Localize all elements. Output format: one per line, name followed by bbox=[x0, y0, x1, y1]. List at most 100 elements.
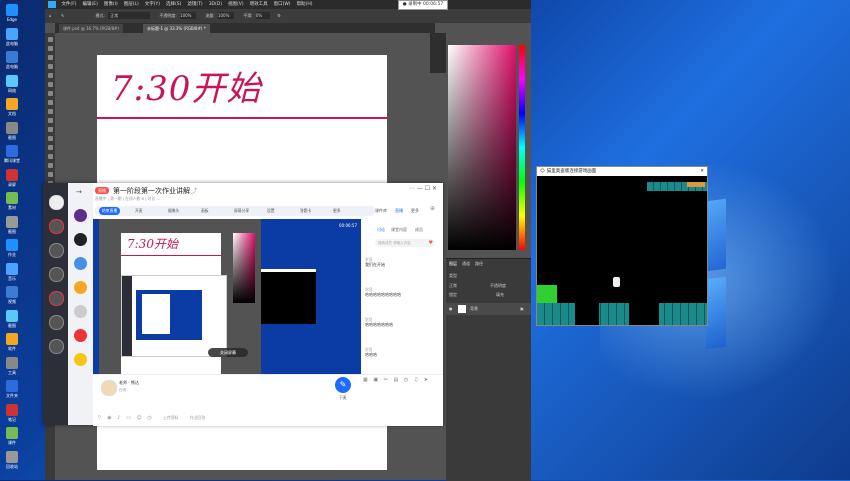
course-avatar[interactable] bbox=[74, 353, 87, 366]
share-icon[interactable]: ⤴ bbox=[191, 186, 197, 195]
chat-tab-content[interactable]: 课堂内容 bbox=[391, 227, 407, 233]
ps-tool-icon[interactable] bbox=[47, 154, 53, 159]
image-icon[interactable]: ▣ bbox=[373, 377, 378, 383]
back-arrow-icon[interactable]: → bbox=[76, 188, 82, 196]
bell-icon[interactable]: ♫ bbox=[414, 377, 418, 383]
desktop-icon[interactable]: 截图 bbox=[0, 309, 24, 328]
ps-logo-icon[interactable] bbox=[48, 1, 56, 8]
close-share-button[interactable]: 关闭屏幕 bbox=[208, 348, 248, 357]
ps-tool-icon[interactable] bbox=[47, 145, 53, 150]
tab-paths[interactable]: 路径 bbox=[475, 261, 483, 267]
desktop-icon[interactable]: 工具 bbox=[0, 356, 24, 375]
picture-icon[interactable]: ▤ bbox=[393, 377, 398, 383]
tab-layers[interactable]: 图层 bbox=[449, 261, 457, 267]
ps-menu-item[interactable]: 滤镜(T) bbox=[187, 2, 202, 7]
mode-select[interactable]: 正常 bbox=[108, 12, 151, 19]
ps-tool-icon[interactable] bbox=[47, 82, 53, 87]
smile-icon[interactable]: ☺ bbox=[136, 415, 141, 421]
ps-tool-icon[interactable] bbox=[47, 64, 53, 69]
camera-icon[interactable]: ◉ bbox=[107, 415, 111, 421]
smooth-value[interactable]: 0% bbox=[255, 12, 270, 19]
ps-menu-item[interactable]: 文件(F) bbox=[61, 2, 76, 7]
sidebar-app-icon[interactable] bbox=[49, 195, 64, 210]
game-window[interactable]: ☺ 猫里奥盗版连接游戏画面 ✕ bbox=[536, 166, 708, 326]
chat-search[interactable]: 搜索成员 请输入内容 ♥ bbox=[375, 239, 435, 247]
ps-menu-item[interactable]: 3D(D) bbox=[209, 2, 222, 7]
ps-menu-item[interactable]: 增效工具 bbox=[250, 2, 268, 7]
opacity-value[interactable]: 100% bbox=[180, 12, 197, 19]
ps-tool-icon[interactable] bbox=[47, 118, 53, 123]
ps-tool-icon[interactable] bbox=[47, 127, 53, 132]
toolbar-item[interactable]: 设置 bbox=[264, 207, 278, 215]
heart-icon[interactable]: ♥ bbox=[429, 239, 433, 247]
ps-tool-icon[interactable] bbox=[47, 37, 53, 42]
toolbar-item[interactable]: 开麦 bbox=[132, 207, 146, 215]
mic-icon[interactable]: ♪ bbox=[117, 415, 120, 421]
layer-kind-filter[interactable]: 类型 bbox=[449, 273, 457, 279]
brush-icon[interactable]: ✎ bbox=[61, 13, 64, 18]
tab-document-2[interactable]: 未标题-1 @ 33.3% (RGB/8#) * bbox=[143, 24, 210, 33]
desktop-icon[interactable]: Edge bbox=[0, 4, 24, 22]
desktop-icon[interactable]: 素材 bbox=[0, 192, 24, 210]
desktop-icon[interactable]: 回收站 bbox=[0, 450, 24, 469]
sidebar-app-icon[interactable] bbox=[49, 291, 64, 306]
toolbar-item[interactable]: 更多 bbox=[330, 207, 344, 215]
desktop-icon[interactable]: 录屏 bbox=[0, 168, 24, 187]
hue-slider[interactable] bbox=[519, 45, 525, 250]
course-avatar[interactable] bbox=[74, 257, 87, 270]
gear-icon[interactable]: ⚙ bbox=[277, 13, 281, 18]
desktop-icon[interactable]: 音乐 bbox=[0, 262, 24, 281]
end-live-button[interactable]: 结束直播 bbox=[99, 207, 121, 215]
chat-tab-members[interactable]: 成员 bbox=[415, 227, 423, 233]
clock-icon[interactable]: ◷ bbox=[147, 415, 151, 421]
flow-value[interactable]: 100% bbox=[217, 12, 234, 19]
desktop-icon[interactable]: 笔记 bbox=[0, 403, 24, 422]
ps-tool-icon[interactable] bbox=[47, 91, 53, 96]
desktop-icon[interactable]: 截图 bbox=[0, 121, 24, 140]
tab-channels[interactable]: 通道 bbox=[462, 261, 470, 267]
desktop-icon[interactable]: 文档 bbox=[0, 98, 24, 116]
tab-courseware[interactable]: 课件库 bbox=[375, 208, 387, 214]
ps-tool-icon[interactable] bbox=[47, 100, 53, 105]
home-icon[interactable]: ⌂ bbox=[49, 13, 52, 18]
course-avatar[interactable] bbox=[74, 305, 87, 318]
toolbar-item[interactable]: 摄像头 bbox=[165, 207, 182, 215]
sidebar-app-icon[interactable] bbox=[49, 267, 64, 282]
ps-tool-icon[interactable] bbox=[47, 109, 53, 114]
ps-menu-item[interactable]: 选择(S) bbox=[166, 2, 181, 7]
eye-icon[interactable]: ● bbox=[449, 306, 453, 311]
desktop-icon[interactable]: 此电脑 bbox=[0, 27, 24, 46]
tab-more[interactable]: 更多 bbox=[411, 208, 419, 214]
screen-share-video[interactable]: 00:06:57 7:30开始 关闭屏幕 bbox=[93, 219, 361, 374]
desktop-icon[interactable]: 软件 bbox=[0, 333, 24, 351]
ps-menu-item[interactable]: 文字(Y) bbox=[145, 2, 160, 7]
homework-button[interactable]: 作业回答 bbox=[190, 415, 205, 420]
ps-menu-item[interactable]: 视图(V) bbox=[228, 2, 244, 7]
color-picker-panel[interactable] bbox=[448, 45, 516, 250]
toolbar-item[interactable]: 屏幕分享 bbox=[231, 207, 252, 215]
ps-tool-icon[interactable] bbox=[47, 172, 53, 177]
desktop-icon[interactable]: 课件 bbox=[0, 427, 24, 445]
layer-row[interactable]: ● 背景 ▣ bbox=[446, 303, 531, 315]
ps-menu-item[interactable]: 图层(L) bbox=[124, 2, 139, 7]
ps-menu-item[interactable]: 帮助(H) bbox=[297, 2, 313, 7]
scissors-icon[interactable]: ✂ bbox=[384, 377, 388, 383]
send-icon[interactable]: ➤ bbox=[424, 377, 428, 383]
ps-menu-item[interactable]: 图像(I) bbox=[104, 2, 118, 7]
tab-live[interactable]: 直播 bbox=[395, 208, 403, 214]
desktop-icon[interactable]: 截图 bbox=[0, 215, 24, 234]
blend-mode-select[interactable]: 正常 bbox=[449, 283, 457, 289]
desktop-icon[interactable]: 此电脑 bbox=[0, 51, 24, 69]
wifi-icon[interactable]: ⌔ bbox=[97, 415, 102, 421]
mic-button[interactable]: ✎ bbox=[335, 377, 351, 393]
desktop-icon[interactable]: 作业 bbox=[0, 239, 24, 257]
course-avatar[interactable] bbox=[74, 209, 87, 222]
tab-document-1[interactable]: 课件.psd @ 16.7% (RGB/8#) bbox=[59, 24, 123, 33]
ps-menu-item[interactable]: 编辑(E) bbox=[83, 2, 98, 7]
ps-tool-icon[interactable] bbox=[47, 163, 53, 168]
ps-tool-icon[interactable] bbox=[47, 136, 53, 141]
sidebar-app-icon[interactable] bbox=[49, 219, 64, 234]
grid-icon[interactable]: ▦ bbox=[363, 377, 368, 383]
course-avatar[interactable] bbox=[74, 233, 87, 246]
add-icon[interactable]: ⊕ bbox=[430, 205, 435, 212]
